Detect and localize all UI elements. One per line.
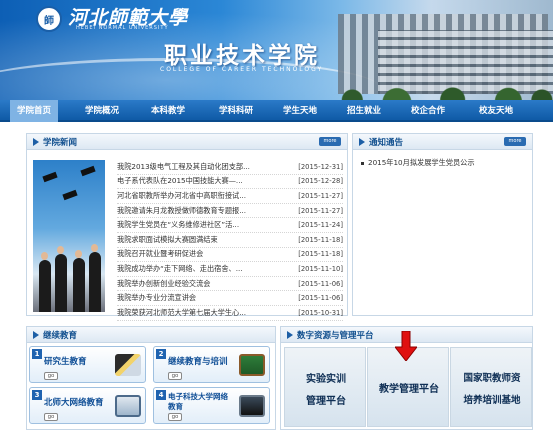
grad-cap-shape (80, 165, 96, 177)
card-number-badge: 1 (32, 349, 42, 359)
news-panel-header: 学院新闻 more (27, 134, 347, 150)
graduate-figure (41, 252, 48, 260)
continuing-education-header: 继续教育 (27, 327, 275, 343)
news-item[interactable]: 我院召开就业暨考研促进会 [2015-11-18] (117, 248, 343, 263)
go-button[interactable]: go (168, 372, 182, 380)
card-continuing-training[interactable]: 2 继续教育与培训 go (153, 346, 270, 383)
arrow-right-icon (33, 138, 39, 146)
news-list: 我院2013级电气工程及其自动化团支部... [2015-12-31] 电子系代表… (117, 160, 343, 321)
tile-line2: 管理平台 (306, 396, 346, 407)
college-title: 职业技术学院 (164, 43, 320, 69)
monitor-icon (115, 395, 141, 417)
news-more-button[interactable]: more (319, 137, 341, 146)
card-bnu-online-education[interactable]: 3 北师大网络教育 go (29, 387, 146, 424)
card-number-badge: 4 (156, 390, 166, 400)
card-label: 研究生教育 (44, 357, 87, 367)
go-button[interactable]: go (44, 413, 58, 421)
news-item[interactable]: 我院2013级电气工程及其自动化团支部... [2015-12-31] (117, 160, 343, 175)
notice-panel-header: 通知通告 more (353, 134, 532, 150)
graduation-cap-icon (115, 354, 141, 376)
notice-more-button[interactable]: more (504, 137, 526, 146)
news-item[interactable]: 我院求职面试模拟大赛圆满结束 [2015-11-18] (117, 233, 343, 248)
banner-trees (330, 74, 553, 100)
bullet-icon (361, 161, 364, 165)
news-item[interactable]: 电子系代表队在2015中国技能大赛—... [2015-12-28] (117, 175, 343, 190)
graduate-figure (75, 250, 82, 258)
news-panel-title: 学院新闻 (43, 138, 78, 148)
notice-panel-title: 通知通告 (369, 138, 404, 148)
tile-line1: 实验实训 (306, 374, 346, 385)
college-subtitle: COLLEGE OF CAREER TECHNOLOGY (160, 66, 324, 73)
graduate-gown (55, 254, 67, 312)
nav-item-cooperation[interactable]: 校企合作 (404, 100, 452, 122)
tile-line1: 教学管理平台 (379, 384, 439, 395)
tile-national-teacher-training-base[interactable]: 国家职教师资 培养培训基地 (450, 347, 532, 427)
arrow-right-icon (287, 331, 293, 339)
go-button[interactable]: go (168, 413, 182, 421)
laptop-icon (239, 395, 265, 417)
card-label: 北师大网络教育 (44, 398, 104, 408)
grad-cap-shape (62, 189, 78, 201)
tile-lab-training-platform[interactable]: 实验实训 管理平台 (284, 347, 366, 427)
card-number-badge: 3 (32, 390, 42, 400)
news-item[interactable]: 我院举办创新创业经验交流会 [2015-11-06] (117, 277, 343, 292)
news-item[interactable]: 我院荣获河北师范大学第七届大学生心... [2015-10-31] (117, 306, 343, 321)
news-item[interactable]: 河北省职教所举办河北省中高职衔接试... [2015-11-27] (117, 189, 343, 204)
graduate-gown (73, 258, 85, 312)
nav-item-students[interactable]: 学生天地 (276, 100, 324, 122)
news-panel: 学院新闻 more 我院2013级电气工程及其自动化团支部... [2015-12… (26, 133, 348, 321)
card-uestc-online-education[interactable]: 4 电子科技大学网络教育 go (153, 387, 270, 424)
nav-item-research[interactable]: 学科科研 (212, 100, 260, 122)
graduation-photo (33, 160, 105, 312)
news-item[interactable]: 我院成功举办“走下网络、走出宿舍、... [2015-11-10] (117, 262, 343, 277)
chalkboard-icon (239, 354, 265, 376)
continuing-education-title: 继续教育 (43, 331, 78, 341)
nav-item-home[interactable]: 学院首页 (10, 100, 58, 122)
card-graduate-education[interactable]: 1 研究生教育 go (29, 346, 146, 383)
digital-resources-title: 数字资源与管理平台 (297, 331, 374, 341)
tile-line1: 国家职教师资 (463, 373, 521, 384)
nav-item-teaching[interactable]: 本科教学 (144, 100, 192, 122)
nav-item-about[interactable]: 学院概况 (78, 100, 126, 122)
graduate-gown (89, 252, 101, 312)
tile-line2: 培养培训基地 (463, 395, 521, 406)
news-item[interactable]: 我院举办专业分流宣讲会 [2015-11-06] (117, 291, 343, 306)
grad-cap-shape (42, 171, 58, 183)
notice-item[interactable]: 2015年10月拟发展学生党员公示 (361, 158, 475, 168)
news-item[interactable]: 我院邀请朱月龙教授做师德教育专题报... [2015-11-27] (117, 204, 343, 219)
card-label: 电子科技大学网络教育 (168, 392, 228, 411)
red-down-arrow-icon (395, 331, 417, 361)
nav-item-admissions[interactable]: 招生就业 (340, 100, 388, 122)
go-button[interactable]: go (44, 372, 58, 380)
graduate-gown (39, 260, 51, 312)
card-label: 继续教育与培训 (168, 357, 228, 367)
university-logo-en: HEBEI NORMAL UNIVERSITY (76, 25, 169, 31)
notice-panel: 通知通告 more 2015年10月拟发展学生党员公示 (352, 133, 533, 316)
university-seal-icon[interactable]: 師 (36, 6, 62, 32)
graduate-figure (57, 246, 64, 254)
main-nav: 学院首页 学院概况 本科教学 学科科研 学生天地 招生就业 校企合作 校友天地 (0, 100, 553, 122)
nav-item-alumni[interactable]: 校友天地 (472, 100, 520, 122)
header-banner: 師 河北師範大學 HEBEI NORMAL UNIVERSITY 职业技术学院 … (0, 0, 553, 100)
card-number-badge: 2 (156, 349, 166, 359)
news-item[interactable]: 我院学生党员在“义务维修进社区”活... [2015-11-24] (117, 218, 343, 233)
arrow-right-icon (359, 138, 365, 146)
arrow-right-icon (33, 331, 39, 339)
graduate-figure (91, 244, 98, 252)
